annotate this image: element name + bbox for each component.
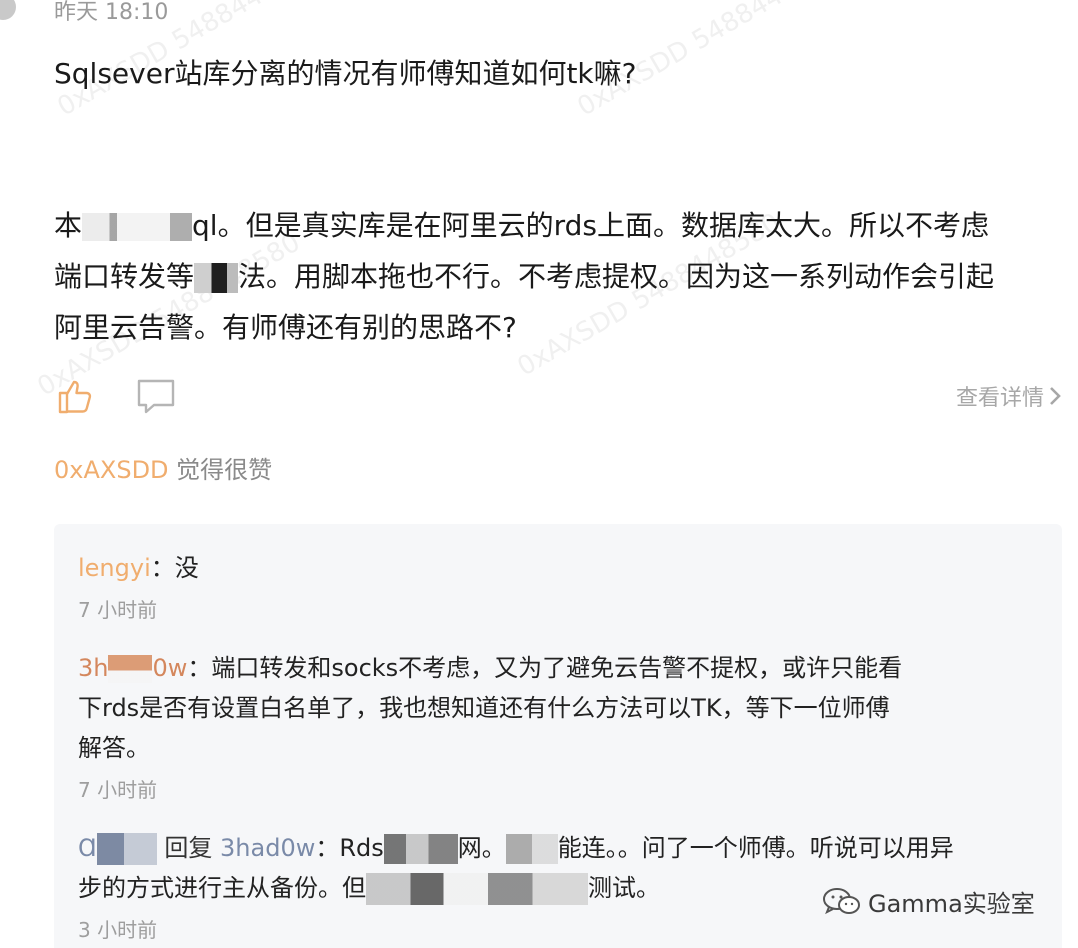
- comment-time: 7 小时前: [78, 778, 158, 802]
- comment-button[interactable]: [136, 376, 176, 416]
- redaction-mosaic: [366, 873, 588, 905]
- comment-line: 解答。: [78, 734, 150, 762]
- post-body-line: 端口转发等 法。用脚本拖也不行。不考虑提权。因为这一系列动作会引起: [54, 251, 1054, 302]
- comment-line: 3h 0w：端口转发和socks不考虑，又为了避免云告警不提权，或许只能看: [78, 648, 1038, 688]
- post-body: 本 ql。但是真实库是在阿里云的rds上面。数据库太大。所以不考虑 端口转发等 法。…: [54, 200, 1054, 353]
- comment-separator: ：: [150, 554, 175, 582]
- post-text: 端口转发等: [54, 260, 195, 293]
- redaction-mosaic: [108, 655, 153, 683]
- speech-bubble-icon: [137, 379, 175, 414]
- comment-item: 3h 0w：端口转发和socks不考虑，又为了避免云告警不提权，或许只能看 下rd…: [78, 648, 1038, 803]
- redaction-mosaic: [82, 213, 193, 241]
- chevron-right-icon: [1050, 387, 1061, 405]
- likes-suffix: 觉得很赞: [176, 456, 273, 484]
- post-text: 本: [54, 209, 83, 242]
- view-details-label: 查看详情: [955, 386, 1044, 411]
- comment-body: 没: [174, 554, 199, 582]
- like-button[interactable]: [56, 376, 96, 416]
- post-body-line: 阿里云告警。有师傅还有别的思路不?: [54, 311, 517, 344]
- comment-body: Rds: [339, 834, 384, 862]
- reply-target-user[interactable]: 3had0w: [220, 834, 315, 862]
- redaction-mosaic: [505, 834, 558, 864]
- post-text: ql。但是真实库是在阿里云的rds上面。数据库太大。所以不考虑: [192, 209, 989, 242]
- comment-text: 3h 0w：端口转发和socks不考虑，又为了避免云告警不提权，或许只能看 下rd…: [78, 648, 1038, 768]
- comment-body: 网。: [457, 834, 506, 862]
- post-body-line: 本 ql。但是真实库是在阿里云的rds上面。数据库太大。所以不考虑: [54, 200, 1054, 251]
- comment-author[interactable]: 3h 0w: [78, 654, 187, 683]
- comment-body: 端口转发和socks不考虑，又为了避免云告警不提权，或许只能看: [211, 654, 903, 682]
- post-timestamp: 昨天 18:10: [54, 0, 169, 25]
- comment-author[interactable]: Ɑ: [78, 833, 157, 865]
- view-details-link[interactable]: 查看详情: [956, 380, 1062, 412]
- comment-body: 测试。: [588, 874, 660, 902]
- brand-watermark: Gamma实验室: [822, 884, 1035, 919]
- likes-summary: 0xAXSDD 觉得很赞: [54, 450, 272, 485]
- comment-body: 能连。。问了一个师傅。听说可以用异: [557, 834, 954, 862]
- comment-line: Ɑ 回复 3had0w：Rds 网。 能连。。问了一个师傅。听说可以用异: [78, 828, 1038, 868]
- comment-item: lengyi：没 7 小时前: [78, 548, 1038, 623]
- comment-time: 7 小时前: [78, 598, 158, 622]
- reply-word: 回复: [164, 834, 213, 862]
- thumbs-up-icon: [58, 380, 92, 414]
- redaction-mosaic: [96, 833, 157, 865]
- comment-line: 下rds是否有设置白名单了，我也想知道还有什么方法可以TK，等下一位师傅: [78, 694, 890, 722]
- comment-separator: ：: [187, 654, 212, 682]
- avatar[interactable]: [0, 0, 16, 20]
- comment-separator: ：: [315, 834, 340, 862]
- wechat-icon: [823, 887, 860, 914]
- comment-author[interactable]: lengyi: [78, 554, 151, 582]
- post-text: 法。用脚本拖也不行。不考虑提权。因为这一系列动作会引起: [238, 260, 995, 293]
- redaction-mosaic: [194, 263, 239, 293]
- like-user-link[interactable]: 0xAXSDD: [54, 456, 169, 484]
- brand-name: Gamma实验室: [868, 890, 1035, 918]
- redaction-mosaic: [383, 834, 458, 864]
- post-title: Sqlsever站库分离的情况有师傅知道如何tk嘛?: [54, 57, 637, 90]
- comment-text: lengyi：没: [78, 548, 1038, 588]
- comment-body: 步的方式进行主从备份。但: [78, 874, 366, 902]
